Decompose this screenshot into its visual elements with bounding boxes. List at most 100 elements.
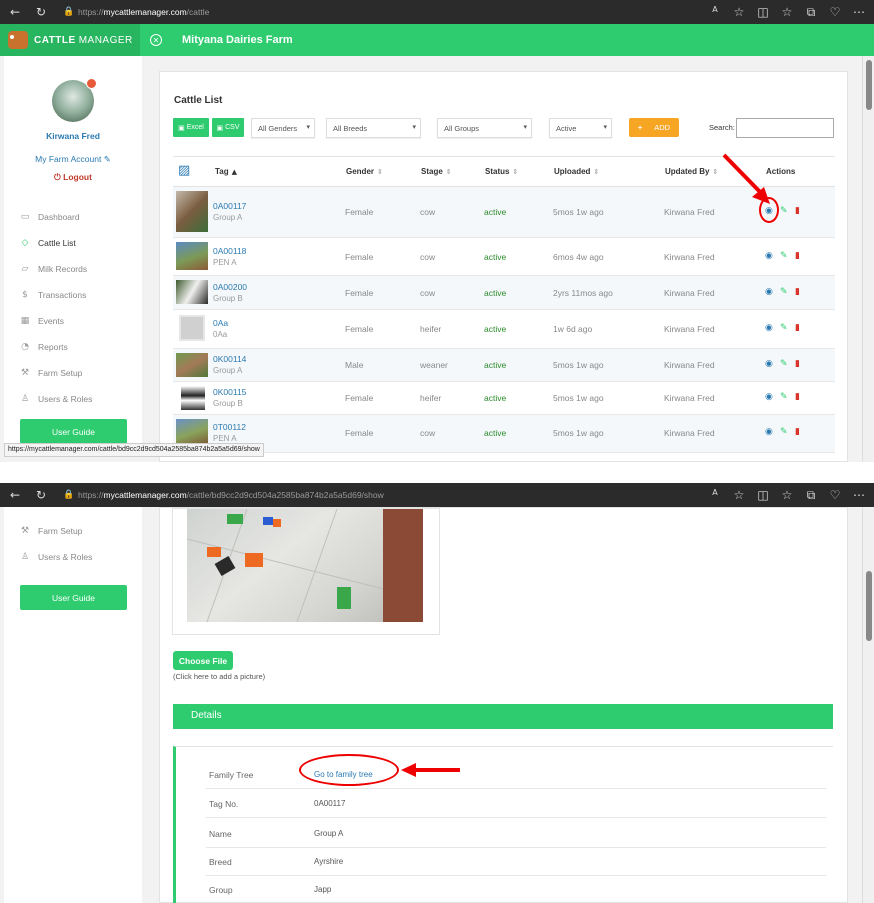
status-filter-select[interactable]: Active: [549, 118, 612, 138]
column-stage[interactable]: Stage ⇕: [421, 167, 452, 176]
view-eye-icon[interactable]: ◉: [765, 427, 773, 437]
sidebar-item-users-roles[interactable]: ♙ Users & Roles: [18, 386, 138, 412]
tag-link[interactable]: 0A00118: [213, 246, 246, 256]
scrollbar-thumb[interactable]: [866, 60, 872, 110]
search-input[interactable]: [736, 118, 834, 138]
logout-link[interactable]: ⏻ Logout: [4, 172, 142, 183]
favorites-icon[interactable]: ☆: [778, 5, 796, 20]
favorite-star-icon[interactable]: ☆: [730, 5, 748, 20]
edit-icon[interactable]: ✎: [780, 392, 788, 402]
reload-icon[interactable]: ↻: [32, 5, 50, 19]
detail-value: 0A00117: [314, 799, 346, 808]
view-eye-icon[interactable]: ◉: [765, 323, 773, 333]
delete-trash-icon[interactable]: ▮: [795, 206, 800, 216]
sidebar-item-events[interactable]: ▦ Events: [18, 308, 138, 334]
column-status[interactable]: Status ⇕: [485, 167, 518, 176]
edit-icon[interactable]: ✎: [780, 359, 788, 369]
delete-trash-icon[interactable]: ▮: [795, 427, 800, 437]
reload-icon[interactable]: ↻: [32, 488, 50, 502]
address-bar[interactable]: 🔒 https://mycattlemanager.com/cattle/bd9…: [60, 486, 706, 504]
edit-icon[interactable]: ✎: [780, 287, 788, 297]
collections-icon[interactable]: ⧉: [802, 5, 820, 20]
tag-link[interactable]: 0K00115: [213, 387, 246, 397]
details-section-header[interactable]: Details: [173, 704, 833, 729]
sidebar-item-milk-records[interactable]: ▱ Milk Records: [18, 256, 138, 282]
delete-trash-icon[interactable]: ▮: [795, 287, 800, 297]
column-updated-by[interactable]: Updated By ⇕: [665, 167, 718, 176]
more-menu-icon[interactable]: ⋯: [850, 488, 868, 503]
add-cattle-button[interactable]: + ADD: [629, 118, 679, 137]
column-uploaded[interactable]: Uploaded ⇕: [554, 167, 599, 176]
tag-link[interactable]: 0A00117: [213, 201, 246, 211]
cattle-photo[interactable]: [176, 191, 208, 232]
sidebar-item-users-roles[interactable]: ♙ Users & Roles: [18, 544, 138, 570]
cattle-photo[interactable]: [176, 280, 208, 304]
browser-toolbar: ← ↻ 🔒 https://mycattlemanager.com/cattle…: [0, 0, 874, 24]
tag-link[interactable]: 0A00200: [213, 282, 247, 292]
heart-icon[interactable]: ♡: [826, 5, 844, 20]
delete-trash-icon[interactable]: ▮: [795, 392, 800, 402]
sidebar-item-farm-setup[interactable]: ⚒ Farm Setup: [18, 518, 138, 544]
tag-link[interactable]: 0Aa: [213, 318, 228, 328]
tag-link[interactable]: 0T00112: [213, 422, 246, 432]
page-scrollbar[interactable]: [862, 507, 874, 903]
uploaded-cell: 5mos 1w ago: [553, 207, 604, 217]
excel-export-button[interactable]: ▣ Excel: [173, 118, 209, 137]
collections-icon[interactable]: ⧉: [802, 488, 820, 503]
placeholder-image-icon[interactable]: [179, 315, 205, 341]
edit-icon[interactable]: ✎: [780, 427, 788, 437]
user-guide-button[interactable]: User Guide: [20, 585, 127, 610]
edit-icon[interactable]: ✎: [780, 206, 788, 216]
url-path: /cattle: [186, 7, 210, 17]
split-screen-icon[interactable]: ◫: [754, 488, 772, 503]
cattle-photo[interactable]: [181, 386, 205, 410]
choose-file-button[interactable]: Choose File: [173, 651, 233, 670]
table-row: 0K00115 Group B Female heifer active 5mo…: [173, 382, 835, 415]
sidebar-item-dashboard[interactable]: ▭ Dashboard: [18, 204, 138, 230]
sidebar-item-cattle-list[interactable]: ◇ Cattle List: [18, 230, 138, 256]
edit-icon[interactable]: ✎: [780, 323, 788, 333]
favorite-star-icon[interactable]: ☆: [730, 488, 748, 503]
avatar[interactable]: [52, 78, 97, 122]
camera-badge-icon[interactable]: [86, 78, 97, 89]
page-scrollbar[interactable]: [862, 56, 874, 462]
sidebar-item-farm-setup[interactable]: ⚒ Farm Setup: [18, 360, 138, 386]
view-eye-icon[interactable]: ◉: [765, 359, 773, 369]
address-bar[interactable]: 🔒 https://mycattlemanager.com/cattle: [60, 3, 706, 21]
brand-logo[interactable]: CATTLE MANAGER: [0, 24, 140, 56]
heart-icon[interactable]: ♡: [826, 488, 844, 503]
more-menu-icon[interactable]: ⋯: [850, 5, 868, 20]
delete-trash-icon[interactable]: ▮: [795, 359, 800, 369]
breed-filter-select[interactable]: All Breeds: [326, 118, 421, 138]
cattle-photo[interactable]: [176, 353, 208, 377]
csv-export-button[interactable]: ▣ CSV: [212, 118, 244, 137]
sidebar-toggle-icon[interactable]: ✕: [150, 34, 162, 46]
read-aloud-icon[interactable]: A: [706, 5, 724, 20]
cattle-photo[interactable]: [187, 509, 423, 622]
favorites-icon[interactable]: ☆: [778, 488, 796, 503]
delete-trash-icon[interactable]: ▮: [795, 323, 800, 333]
sort-asc-icon: ▲: [231, 168, 238, 176]
gender-filter-select[interactable]: All Genders: [251, 118, 315, 138]
view-eye-icon[interactable]: ◉: [765, 287, 773, 297]
column-tag[interactable]: Tag ▲: [215, 167, 237, 176]
tag-link[interactable]: 0K00114: [213, 354, 246, 364]
back-icon[interactable]: ←: [6, 5, 24, 19]
scrollbar-thumb[interactable]: [866, 571, 872, 641]
sidebar-item-reports[interactable]: ◔ Reports: [18, 334, 138, 360]
user-guide-button[interactable]: User Guide: [20, 419, 127, 444]
read-aloud-icon[interactable]: A: [706, 488, 724, 503]
view-eye-icon[interactable]: ◉: [765, 392, 773, 402]
edit-icon[interactable]: ✎: [780, 251, 788, 261]
cattle-photo[interactable]: [176, 242, 208, 270]
group-filter-select[interactable]: All Groups: [437, 118, 532, 138]
status-bar-url: https://mycattlemanager.com/cattle/bd9cc…: [4, 443, 264, 457]
column-gender[interactable]: Gender ⇕: [346, 167, 383, 176]
back-icon[interactable]: ←: [6, 488, 24, 502]
my-farm-account-link[interactable]: My Farm Account ✎: [4, 154, 142, 165]
split-screen-icon[interactable]: ◫: [754, 5, 772, 20]
my-farm-account-label: My Farm Account: [35, 154, 102, 164]
view-eye-icon[interactable]: ◉: [765, 251, 773, 261]
sidebar-item-transactions[interactable]: $ Transactions: [18, 282, 138, 308]
delete-trash-icon[interactable]: ▮: [795, 251, 800, 261]
